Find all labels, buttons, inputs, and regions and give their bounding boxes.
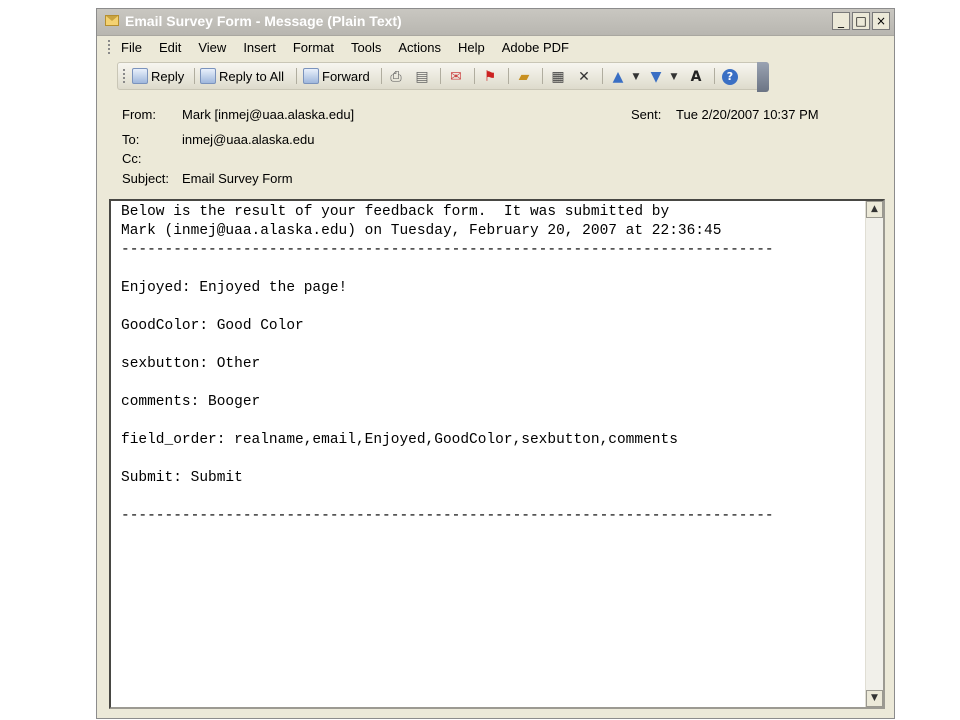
reply-all-button[interactable]: Reply to All [200,66,284,86]
menu-bar: File Edit View Insert Format Tools Actio… [97,36,894,60]
toolbar-overflow-button[interactable] [757,62,769,92]
scroll-down-button[interactable]: ▼ [866,690,883,707]
window-controls: _ □ × [830,12,890,30]
toolbar-separator [381,68,382,84]
cc-label: Cc: [122,151,142,166]
forward-button[interactable]: Forward [303,66,370,86]
toolbar-separator [714,68,715,84]
previous-item-icon[interactable]: ▲ [610,69,626,85]
to-label: To: [122,132,140,147]
toolbar-separator [602,68,603,84]
body-line: ----------------------------------------… [121,508,774,524]
window-title: Email Survey Form - Message (Plain Text) [125,13,402,29]
reply-button[interactable]: Reply [132,66,184,86]
toolbar-separator [296,68,297,84]
body-line: sexbutton: Other [121,356,261,372]
menu-help[interactable]: Help [458,40,485,55]
toolbar-separator [440,68,441,84]
message-window: Email Survey Form - Message (Plain Text)… [96,8,895,719]
menu-file[interactable]: File [121,40,142,55]
move-to-folder-icon[interactable]: ▤ [414,69,430,85]
next-dropdown-icon[interactable]: ▼ [666,69,682,85]
toolbar-separator [474,68,475,84]
reply-label: Reply [151,68,185,84]
title-bar[interactable]: Email Survey Form - Message (Plain Text)… [97,9,894,36]
menu-tools[interactable]: Tools [351,40,381,55]
body-line [121,260,861,279]
open-folder-icon[interactable]: ▰ [516,69,532,85]
reply-all-icon [200,68,216,84]
body-line: ----------------------------------------… [121,242,774,258]
from-label: From: [122,107,156,122]
menu-view[interactable]: View [198,40,226,55]
follow-up-flag-icon[interactable]: ⚑ [482,69,498,85]
categorize-icon[interactable]: ▦ [550,69,566,85]
toolbar-grip[interactable] [123,69,127,83]
envelope-icon [105,15,119,26]
subject-label: Subject: [122,171,169,186]
body-line [121,488,861,507]
menu-edit[interactable]: Edit [159,40,181,55]
body-line: Mark (inmej@uaa.alaska.edu) on Tuesday, … [121,223,722,239]
maximize-button[interactable]: □ [852,12,870,30]
body-line [121,336,861,355]
body-line: Below is the result of your feedback for… [121,204,670,220]
minimize-button[interactable]: _ [832,12,850,30]
reply-icon [132,68,148,84]
vertical-scrollbar[interactable]: ▲ ▼ [865,201,883,707]
body-line: field_order: realname,email,Enjoyed,Good… [121,432,678,448]
body-line [121,298,861,317]
menu-actions[interactable]: Actions [398,40,441,55]
message-header: From: Mark [inmej@uaa.alaska.edu] Sent: … [97,97,894,197]
close-button[interactable]: × [872,12,890,30]
print-icon[interactable]: ⎙ [388,69,404,85]
scroll-up-button[interactable]: ▲ [866,201,883,218]
menu-grip[interactable] [108,40,112,54]
menu-format[interactable]: Format [293,40,334,55]
toolbar-separator [194,68,195,84]
reply-all-label: Reply to All [219,68,285,84]
menu-insert[interactable]: Insert [243,40,276,55]
body-line [121,374,861,393]
from-value[interactable]: Mark [inmej@uaa.alaska.edu] [182,107,354,122]
forward-label: Forward [322,68,370,84]
body-line [121,450,861,469]
body-line [121,412,861,431]
delete-icon[interactable]: ✕ [576,69,592,85]
body-line: comments: Booger [121,394,261,410]
toolbar-separator [508,68,509,84]
subject-value: Email Survey Form [182,171,293,186]
rules-icon[interactable]: ✉ [448,69,464,85]
message-body[interactable]: Below is the result of your feedback for… [121,203,861,683]
forward-icon [303,68,319,84]
body-line: Enjoyed: Enjoyed the page! [121,280,348,296]
body-line: Submit: Submit [121,470,243,486]
menu-adobe-pdf[interactable]: Adobe PDF [502,40,569,55]
help-icon[interactable]: ? [722,69,738,85]
sent-value: Tue 2/20/2007 10:37 PM [676,107,819,122]
next-item-icon[interactable]: ▼ [648,69,664,85]
to-value[interactable]: inmej@uaa.alaska.edu [182,132,314,147]
font-size-icon[interactable]: A [688,69,704,85]
previous-dropdown-icon[interactable]: ▼ [628,69,644,85]
message-body-frame[interactable]: Below is the result of your feedback for… [109,199,885,709]
toolbar-separator [542,68,543,84]
body-line: GoodColor: Good Color [121,318,304,334]
sent-label: Sent: [631,107,662,122]
standard-toolbar: Reply Reply to All Forward ⎙ ▤ ✉ ⚑ ▰ ▦ ✕… [117,62,769,90]
